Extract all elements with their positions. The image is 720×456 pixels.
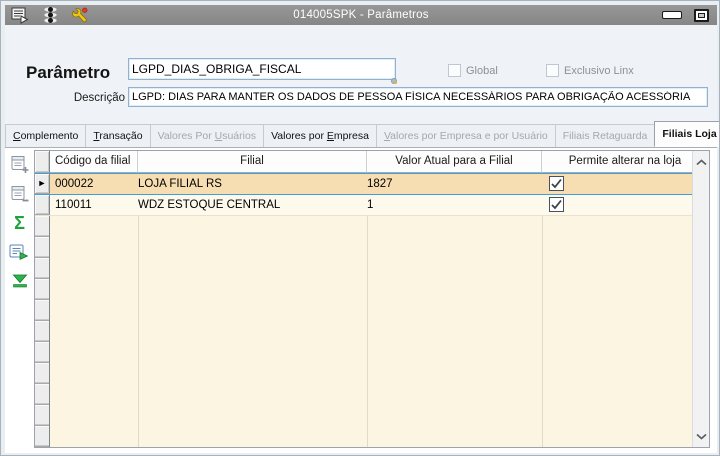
maximize-button[interactable] (694, 8, 709, 22)
tab-transacao[interactable]: Transação (85, 124, 151, 147)
row-indicator-rail (35, 216, 50, 447)
window-title: 014005SPK - Parâmetros (293, 9, 429, 21)
client-area: Parâmetro Global Exclusivo Linx Descriçã… (5, 25, 719, 453)
totem-lights-icon[interactable] (40, 6, 60, 24)
current-row-marker: ► (35, 174, 50, 194)
go-to-bottom-icon[interactable] (9, 271, 31, 291)
column-header-codigo[interactable]: Código da filial (50, 151, 138, 173)
tab-strip: Complemento Transação Valores Por Usuári… (5, 121, 719, 148)
tab-filiais-loja[interactable]: Filiais Loja (654, 121, 719, 147)
form-run-icon[interactable] (10, 6, 30, 24)
cell-filial[interactable]: WDZ ESTOQUE CENTRAL (138, 195, 367, 215)
column-header-valor[interactable]: Valor Atual para a Filial (367, 151, 542, 173)
scroll-up-icon[interactable] (695, 157, 708, 167)
tab-complemento[interactable]: Complemento (5, 124, 87, 147)
global-checkbox: Global (448, 64, 498, 77)
parameter-input[interactable] (128, 58, 396, 80)
scroll-down-icon[interactable] (695, 431, 708, 441)
cell-valor[interactable]: 1827 (367, 174, 542, 194)
cell-valor[interactable]: 1 (367, 195, 542, 215)
tab-valores-por-empresa[interactable]: Valores por Empresa (263, 124, 377, 147)
post-record-icon[interactable] (9, 242, 31, 262)
filiais-loja-page: Σ Código da filial Filial Valor Atual pa… (5, 148, 717, 453)
checkbox-icon (546, 64, 559, 77)
parametros-window: 014005SPK - Parâmetros Parâmetro Global … (0, 0, 720, 456)
grid-row-selected[interactable]: ► 000022 LOJA FILIAL RS 1827 (35, 173, 709, 195)
grid-row[interactable]: 110011 WDZ ESTOQUE CENTRAL 1 (35, 195, 709, 216)
exclusivo-linx-checkbox: Exclusivo Linx (546, 64, 634, 77)
row-indicator-header (35, 151, 50, 173)
global-checkbox-label: Global (466, 64, 498, 77)
description-input[interactable] (128, 87, 708, 107)
column-header-filial[interactable]: Filial (138, 151, 367, 173)
cell-codigo[interactable]: 000022 (50, 174, 138, 194)
exclusivo-linx-checkbox-label: Exclusivo Linx (564, 64, 634, 77)
tab-valores-por-usuarios: Valores Por Usuários (149, 124, 265, 147)
description-label: Descrição (73, 92, 125, 104)
grid-toolbar: Σ (5, 148, 34, 453)
cell-permite[interactable] (542, 195, 709, 215)
sum-icon[interactable]: Σ (9, 213, 31, 233)
wrench-icon[interactable] (70, 6, 90, 24)
column-header-permite[interactable]: Permite alterar na loja (542, 151, 709, 173)
parameter-label: Parâmetro (26, 63, 111, 82)
cell-filial[interactable]: LOJA FILIAL RS (138, 174, 367, 194)
titlebar[interactable]: 014005SPK - Parâmetros (5, 5, 717, 25)
filiais-grid: Código da filial Filial Valor Atual para… (34, 150, 710, 448)
checked-checkbox-icon[interactable] (549, 176, 564, 191)
input-size-grip[interactable] (391, 78, 397, 84)
cell-permite[interactable] (542, 174, 709, 194)
minimize-button[interactable] (662, 11, 682, 19)
vertical-scrollbar[interactable] (692, 151, 709, 447)
checkbox-icon (448, 64, 461, 77)
cell-codigo[interactable]: 110011 (50, 195, 138, 215)
checked-checkbox-icon[interactable] (549, 197, 564, 212)
grid-header: Código da filial Filial Valor Atual para… (35, 151, 709, 173)
delete-row-icon[interactable] (9, 184, 31, 204)
add-row-icon[interactable] (9, 155, 31, 175)
grid-empty-area[interactable] (35, 216, 709, 447)
tab-filiais-retaguarda: Filiais Retaguarda (554, 124, 656, 147)
tab-valores-por-empresa-e-usuario: Valores por Empresa e por Usuário (375, 124, 556, 147)
